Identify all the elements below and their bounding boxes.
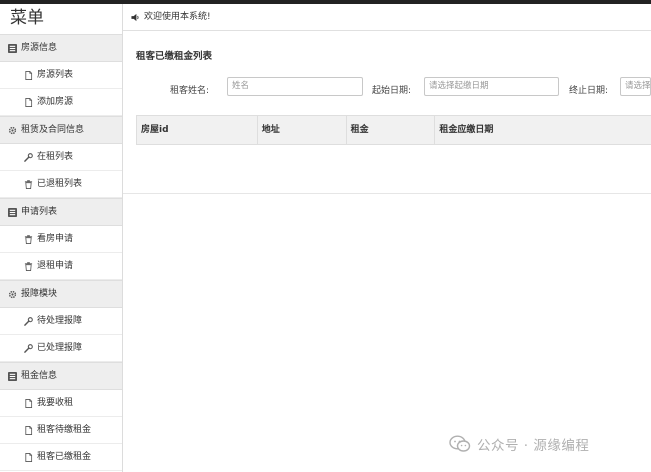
menu-group-repair-reports[interactable]: 报障模块 (0, 280, 122, 308)
column-header-rent[interactable]: 租金 (347, 116, 436, 144)
watermark-text: 公众号 · 源缘编程 (477, 438, 590, 454)
menu-item-label: 待处理报障 (37, 316, 83, 326)
list-box-icon (8, 43, 17, 53)
document-icon (24, 398, 33, 408)
document-icon (24, 425, 33, 435)
trash-icon (24, 179, 33, 189)
trash-icon (24, 234, 33, 244)
watermark: 公众号 · 源缘编程 (449, 434, 589, 454)
menu-item-label: 房源列表 (37, 70, 74, 80)
menu-item-label: 在租列表 (37, 152, 74, 162)
welcome-bar: 欢迎使用本系统! (123, 4, 651, 31)
sidebar-title: 菜单 (10, 8, 44, 28)
menu-group-label: 房源信息 (21, 43, 58, 53)
wrench-icon (24, 316, 33, 326)
gear-icon (8, 126, 17, 135)
menu-group-applications[interactable]: 申请列表 (0, 198, 122, 226)
list-box-icon (8, 207, 17, 217)
menu-item-label: 添加房源 (37, 97, 74, 107)
speaker-icon (131, 13, 140, 22)
column-header-house-id[interactable]: 房屋id (137, 116, 258, 144)
menu-item-label: 已退租列表 (37, 179, 83, 189)
start-date-label: 起始日期: (372, 86, 412, 96)
page-title: 租客已缴租金列表 (136, 51, 213, 62)
column-header-address[interactable]: 地址 (258, 116, 347, 144)
menu-item-viewing-requests[interactable]: 看房申请 (0, 226, 122, 253)
end-date-input[interactable]: 请选择 (620, 77, 651, 96)
welcome-text: 欢迎使用本系统! (144, 12, 211, 22)
menu-group-label: 申请列表 (21, 207, 58, 217)
sidebar-menu: 菜单 房源信息 房源列表 添加房源 租赁及合同信息 在租列表 已退租列表 申请列… (0, 4, 123, 472)
wrench-icon (24, 343, 33, 353)
menu-group-label: 租金信息 (21, 371, 58, 381)
menu-item-add-house[interactable]: 添加房源 (0, 89, 122, 116)
column-header-due-date[interactable]: 租金应缴日期 (435, 116, 651, 144)
menu-item-pending-repairs[interactable]: 待处理报障 (0, 308, 122, 335)
menu-group-label: 报障模块 (21, 289, 58, 299)
menu-item-house-list[interactable]: 房源列表 (0, 62, 122, 89)
start-date-input[interactable]: 请选择起缴日期 (424, 77, 559, 96)
gear-icon (8, 290, 17, 299)
menu-item-label: 租客已缴租金 (37, 452, 92, 462)
menu-group-lease-contract[interactable]: 租赁及合同信息 (0, 116, 122, 144)
tenant-name-label: 租客姓名: (170, 86, 210, 96)
menu-item-collect-rent[interactable]: 我要收租 (0, 390, 122, 417)
document-icon (24, 97, 33, 107)
content-panel: 租客已缴租金列表 租客姓名: 姓名 起始日期: 请选择起缴日期 终止日期: 请选… (123, 31, 651, 194)
menu-item-label: 退租申请 (37, 261, 74, 271)
menu-item-label: 我要收租 (37, 398, 74, 408)
menu-item-moved-out-list[interactable]: 已退租列表 (0, 171, 122, 198)
tenant-name-input[interactable]: 姓名 (227, 77, 363, 96)
document-icon (24, 70, 33, 80)
wrench-icon (24, 152, 33, 162)
menu-group-rent-info[interactable]: 租金信息 (0, 362, 122, 390)
wechat-icon (449, 435, 471, 452)
document-icon (24, 452, 33, 462)
main-panel: 欢迎使用本系统! 租客已缴租金列表 租客姓名: 姓名 起始日期: 请选择起缴日期… (123, 4, 651, 472)
menu-item-unpaid-rent[interactable]: 租客待缴租金 (0, 417, 122, 444)
menu-item-label: 看房申请 (37, 234, 74, 244)
menu-group-label: 租赁及合同信息 (21, 125, 85, 135)
menu-item-label: 已处理报障 (37, 343, 83, 353)
menu-item-renting-list[interactable]: 在租列表 (0, 144, 122, 171)
list-box-icon (8, 371, 17, 381)
menu-item-handled-repairs[interactable]: 已处理报障 (0, 335, 122, 362)
trash-icon (24, 261, 33, 271)
end-date-label: 终止日期: (569, 86, 609, 96)
table-header: 房屋id 地址 租金 租金应缴日期 (136, 115, 651, 145)
menu-group-house-info[interactable]: 房源信息 (0, 34, 122, 62)
menu-item-paid-rent[interactable]: 租客已缴租金 (0, 444, 122, 471)
menu-item-move-out-requests[interactable]: 退租申请 (0, 253, 122, 280)
menu-item-label: 租客待缴租金 (37, 425, 92, 435)
